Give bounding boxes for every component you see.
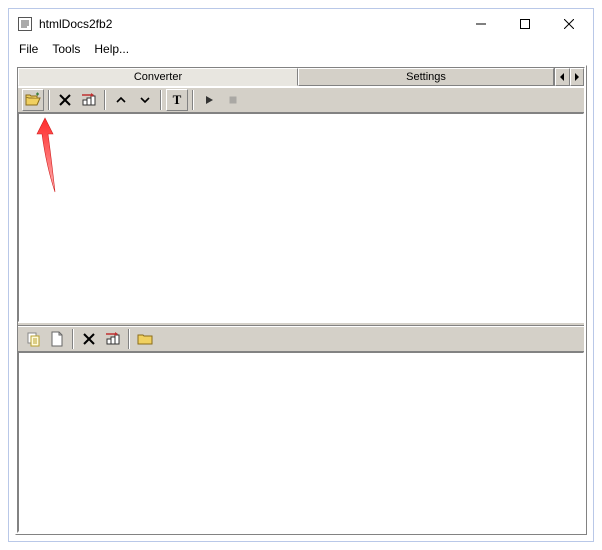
open-folder-icon xyxy=(25,92,41,108)
copy-doc-icon xyxy=(26,332,41,347)
text-icon: T xyxy=(173,92,182,108)
open-button[interactable] xyxy=(22,89,44,111)
window-title: htmlDocs2fb2 xyxy=(39,17,459,31)
menu-bar: File Tools Help... xyxy=(9,39,593,59)
toolbar-separator xyxy=(192,90,194,110)
folder-icon xyxy=(137,332,153,346)
tab-scroll xyxy=(554,68,584,86)
play-icon xyxy=(204,95,214,105)
move-up-button[interactable] xyxy=(110,89,132,111)
stop-icon xyxy=(228,95,238,105)
output-panel[interactable] xyxy=(18,352,584,532)
tab-bar: Converter Settings xyxy=(18,68,584,87)
delete-x-icon xyxy=(82,332,96,346)
toolbar-separator xyxy=(104,90,106,110)
file-list-panel[interactable] xyxy=(18,113,584,322)
text-button[interactable]: T xyxy=(166,89,188,111)
tab-converter[interactable]: Converter xyxy=(18,68,298,86)
menu-tools[interactable]: Tools xyxy=(46,40,86,58)
move-down-button[interactable] xyxy=(134,89,156,111)
client-inner: Converter Settings xyxy=(17,67,585,533)
minimize-button[interactable] xyxy=(459,10,503,38)
maximize-button[interactable] xyxy=(503,10,547,38)
tab-settings-label: Settings xyxy=(406,71,446,83)
app-icon xyxy=(17,16,33,32)
delete-button-bottom[interactable] xyxy=(78,328,100,350)
queue-icon xyxy=(81,92,97,108)
toolbar-top: T xyxy=(18,87,584,113)
toolbar-separator xyxy=(128,329,130,349)
tab-scroll-left[interactable] xyxy=(555,68,570,86)
toolbar-bottom xyxy=(18,326,584,352)
folder-button[interactable] xyxy=(134,328,156,350)
menu-help[interactable]: Help... xyxy=(88,40,135,58)
close-button[interactable] xyxy=(547,10,591,38)
new-doc-icon xyxy=(50,331,64,347)
title-bar: htmlDocs2fb2 xyxy=(9,9,593,39)
delete-x-icon xyxy=(58,93,72,107)
toolbar-separator xyxy=(160,90,162,110)
tab-settings[interactable]: Settings xyxy=(298,68,554,86)
chevron-up-icon xyxy=(115,94,127,106)
tab-scroll-right[interactable] xyxy=(570,68,585,86)
queue-button-bottom[interactable] xyxy=(102,328,124,350)
toolbar-separator xyxy=(72,329,74,349)
play-button[interactable] xyxy=(198,89,220,111)
copy-button[interactable] xyxy=(22,328,44,350)
toolbar-separator xyxy=(48,90,50,110)
new-button[interactable] xyxy=(46,328,68,350)
client-area: Converter Settings xyxy=(15,65,587,535)
delete-button[interactable] xyxy=(54,89,76,111)
chevron-down-icon xyxy=(139,94,151,106)
tab-converter-label: Converter xyxy=(134,71,182,83)
annotation-arrow-icon xyxy=(33,116,63,196)
queue-icon xyxy=(105,331,121,347)
stop-button[interactable] xyxy=(222,89,244,111)
window-controls xyxy=(459,10,591,38)
app-window: htmlDocs2fb2 File Tools Help... Converte… xyxy=(8,8,594,542)
menu-file[interactable]: File xyxy=(13,40,44,58)
queue-button[interactable] xyxy=(78,89,100,111)
